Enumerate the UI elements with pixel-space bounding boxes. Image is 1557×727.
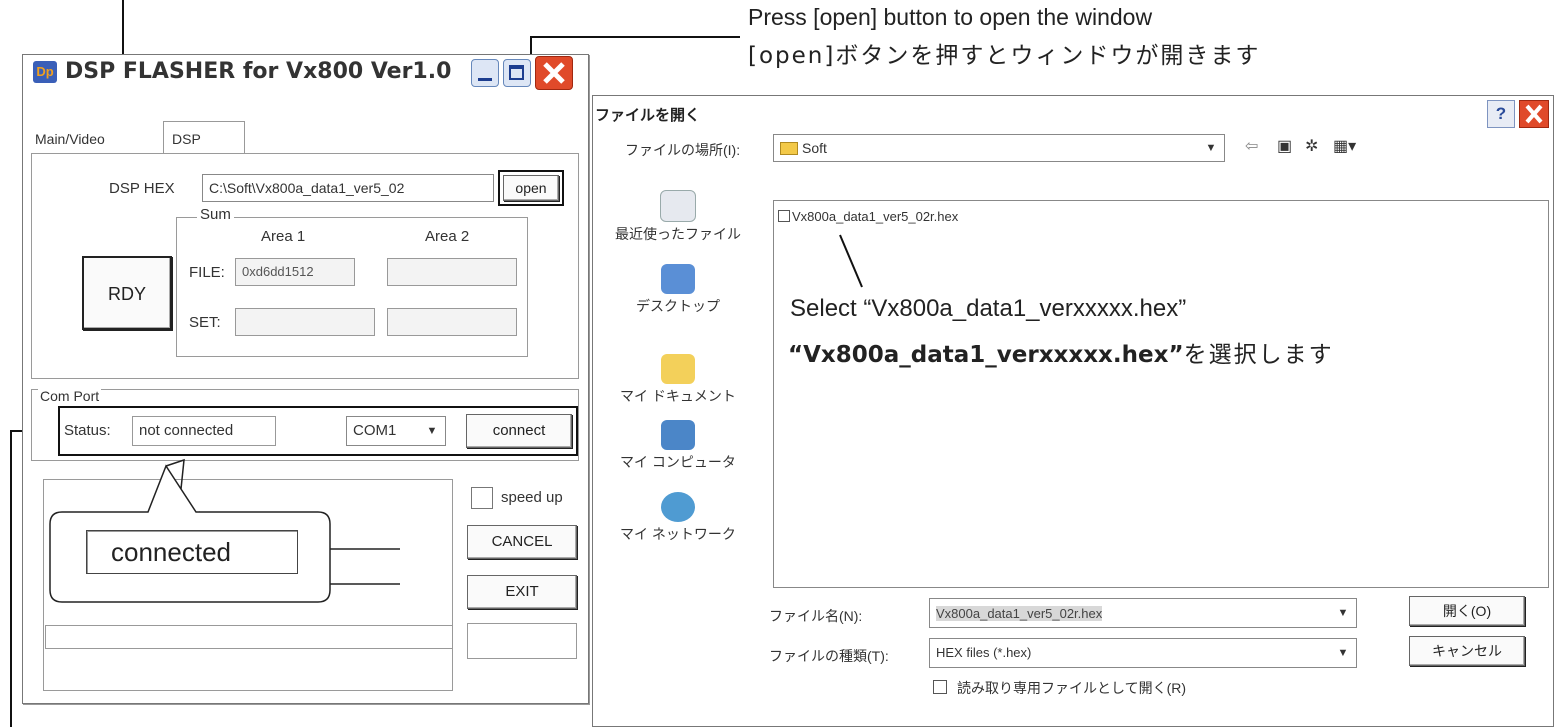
place-network[interactable]: マイ ネットワーク	[603, 492, 753, 544]
place-recent[interactable]: 最近使ったファイル	[603, 190, 753, 244]
my-computer-icon	[661, 420, 695, 450]
location-select[interactable]: Soft ▼	[773, 134, 1225, 162]
open-instruction-en: Press [open] button to open the window	[748, 4, 1153, 30]
place-documents[interactable]: マイ ドキュメント	[603, 354, 753, 406]
help-icon[interactable]: ?	[1487, 100, 1515, 128]
open-file-dialog: ファイルを開く ? ファイルの場所(I): Soft ▼ ⇦ ▣ ✲ ▦▾ 最近…	[592, 95, 1554, 727]
dialog-cancel-button[interactable]: キャンセル	[1409, 636, 1525, 666]
recent-files-icon	[660, 190, 696, 222]
filetype-select[interactable]: HEX files (*.hex) ▼	[929, 638, 1357, 668]
place-recent-label: 最近使ったファイル	[615, 226, 741, 242]
place-desktop[interactable]: デスクトップ	[603, 264, 753, 316]
place-computer[interactable]: マイ コンピュータ	[603, 420, 753, 472]
new-folder-icon[interactable]: ✲	[1305, 136, 1318, 156]
folder-icon	[780, 142, 798, 155]
filetype-value: HEX files (*.hex)	[936, 645, 1032, 660]
desktop-icon	[661, 264, 695, 294]
file-list: Vx800a_data1_ver5_02r.hex Select “Vx800a…	[773, 200, 1549, 588]
readonly-label: 読み取り専用ファイルとして開く(R)	[957, 680, 1187, 696]
back-icon[interactable]: ⇦	[1245, 136, 1258, 156]
select-instruction-ja-file: “Vx800a_data1_verxxxxx.hex”	[788, 342, 1184, 368]
select-pointer-line	[839, 234, 863, 288]
chevron-down-icon[interactable]: ▼	[1200, 138, 1222, 158]
readonly-checkbox[interactable]	[933, 680, 947, 694]
filename-field[interactable]: Vx800a_data1_ver5_02r.hex ▼	[929, 598, 1357, 628]
location-value: Soft	[802, 140, 827, 156]
place-computer-label: マイ コンピュータ	[620, 454, 736, 470]
filetype-label: ファイルの種類(T):	[769, 648, 889, 664]
callout-bubble-shape	[49, 458, 400, 603]
location-label: ファイルの場所(I):	[625, 142, 741, 158]
file-list-item-name: Vx800a_data1_ver5_02r.hex	[792, 209, 959, 224]
up-folder-icon[interactable]: ▣	[1277, 136, 1292, 156]
connected-status-callout: connected	[86, 530, 298, 574]
select-instruction-ja-suffix: を選択します	[1183, 342, 1334, 368]
place-network-label: マイ ネットワーク	[620, 526, 736, 542]
select-instruction-ja: “Vx800a_data1_verxxxxx.hex”を選択します	[788, 335, 1334, 369]
my-documents-icon	[661, 354, 695, 384]
filename-value: Vx800a_data1_ver5_02r.hex	[936, 606, 1103, 621]
open-instruction-ja: [open]ボタンを押すとウィンドウが開きます	[748, 43, 1261, 69]
view-menu-icon[interactable]: ▦▾	[1333, 136, 1356, 156]
chevron-down-icon[interactable]: ▼	[1332, 603, 1354, 623]
file-list-item[interactable]: Vx800a_data1_ver5_02r.hex	[778, 209, 958, 224]
my-network-icon	[661, 492, 695, 522]
filename-label: ファイル名(N):	[769, 608, 863, 624]
select-instruction-en: Select “Vx800a_data1_verxxxxx.hex”	[790, 295, 1187, 322]
place-desktop-label: デスクトップ	[636, 298, 720, 314]
dialog-close-icon[interactable]	[1519, 100, 1549, 128]
chevron-down-icon[interactable]: ▼	[1332, 643, 1354, 663]
place-documents-label: マイ ドキュメント	[620, 388, 736, 404]
dialog-title: ファイルを開く	[595, 106, 701, 124]
dialog-open-button[interactable]: 開く(O)	[1409, 596, 1525, 626]
hex-file-icon	[778, 210, 790, 222]
